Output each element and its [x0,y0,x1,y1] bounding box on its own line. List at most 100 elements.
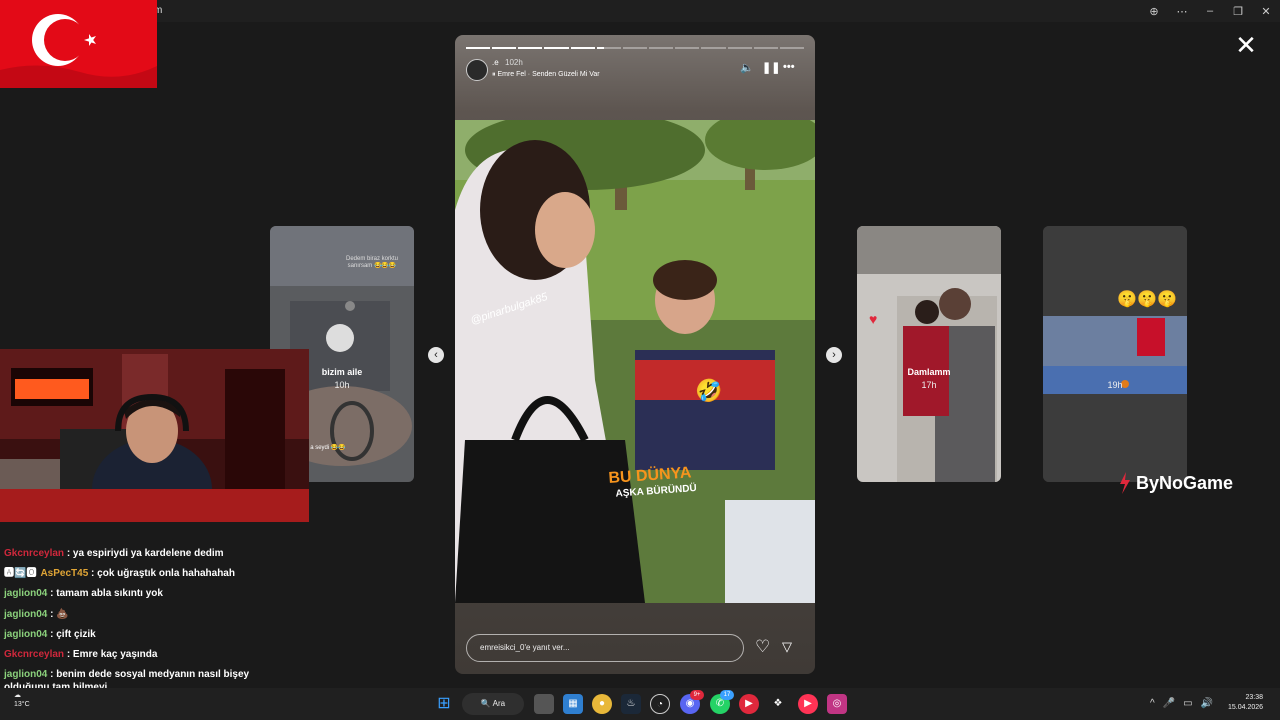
progress-segment [675,47,700,49]
pause-icon[interactable]: ❚❚ [762,61,780,74]
text-sticker: BU DÜNYA AŞKA BÜRÜNDÜ [608,464,697,503]
side-story-right-2-thumbnail [1043,226,1187,482]
webcam-scene [0,349,309,522]
search-icon: 🔍 [480,699,493,708]
story-time-ago: 102h [505,58,523,67]
windows-start-icon[interactable]: ⊞ [434,694,454,714]
search-label: Ara [492,699,506,708]
chat-username[interactable]: jaglion04 [4,609,47,620]
avatar[interactable] [466,59,488,81]
story-emoji: 🤣 [695,378,723,403]
search-button[interactable]: 🔍 Ara [462,693,524,715]
side-story-right-2[interactable]: 🤫🤫🤫 19h [1043,226,1187,482]
side-story-right-1-name: Damlamm [907,367,951,377]
side-story-right-1-time: 17h [921,380,937,390]
app-grid-icon[interactable]: ❖ [768,694,788,714]
brand-name: ByNoGame [1136,472,1234,493]
youtube-music-icon[interactable]: ▶ [798,694,818,714]
previous-story-button[interactable]: ‹ [428,347,444,363]
volume-icon[interactable]: 🔈 [740,61,754,74]
side-story-right-2-emojis: 🤫🤫🤫 [1117,291,1177,308]
chat-text: : tamam abla sıkıntı yok [50,588,163,600]
media-player-icon[interactable]: ▶ [739,694,759,714]
story-username[interactable]: .e [492,58,499,67]
bynogame-logo-icon [1120,472,1130,494]
chat-text: : benim dede sosyal medyanın nasıl bişey [50,669,250,681]
side-story-right-1[interactable]: ♥ Damlamm 17h [857,226,1001,482]
window-titlebar: m ⊕ ⋯ – ❐ ✕ [0,0,1280,22]
next-story-button[interactable]: › [826,347,842,363]
progress-segment [544,47,569,49]
taskbar: ☁ 13°C ⊞ 🔍 Ara ▦ ● ♨ ◔ ◉ 9+ ✆ 17 ▶ ❖ ▶ ◎ … [0,688,1280,720]
tray-chevron-icon[interactable]: ^ [1150,698,1155,709]
reply-input[interactable]: emreisikci_0'e yanıt ver... [466,634,744,662]
turkish-flag-overlay [0,0,157,88]
chat-text: : çift çizik [50,628,96,640]
whatsapp-badge: 17 [720,690,734,700]
weather-temp: 13°C [14,701,30,708]
chat-username[interactable]: Gkcnrceylan [4,548,64,559]
progress-segment [466,47,491,49]
more-options-icon[interactable]: ⋯ [1168,0,1196,22]
system-tray: ^ 🎤 ▭ 🔊 [1150,698,1213,709]
story-song-label: Emre Fel · Senden Güzeli Mi Var [497,71,600,78]
chat-username[interactable]: Gkcnrceylan [4,649,64,660]
discord-badge: 9+ [690,690,704,700]
chat-message: Gkcnrceylan : Emre kaç yaşında [4,645,304,665]
app-icon[interactable]: ◔ [650,694,670,714]
chat-text: : 💩 [50,608,69,620]
clock-time: 23:38 [1245,694,1264,701]
heart-icon[interactable]: ♡ [755,637,770,657]
send-icon[interactable]: ▽ [782,639,792,655]
webcam-overlay [0,349,309,522]
chat-username[interactable]: AsPecT45 [40,568,88,579]
chat-username[interactable]: jaglion04 [4,629,47,640]
window-controls: ⊕ ⋯ – ❐ ✕ [1140,0,1280,22]
progress-segment [649,47,674,49]
progress-segment [570,47,595,49]
display-icon[interactable]: ▭ [1183,698,1192,709]
progress-segment [701,47,726,49]
chat-message: 🅰🔄🅾 AsPecT45 : çok uğraştık onla hahahaha… [4,564,304,584]
side-story-right-1-thumbnail: ♥ [857,226,1001,482]
brand-logo: ByNoGame [1116,472,1233,494]
store-icon[interactable]: ▦ [563,694,583,714]
svg-text:♥: ♥ [869,311,877,327]
microphone-icon[interactable]: 🎤 [1163,698,1175,709]
side-story-left-caption-top: Dedem biraz korktu sanırsam 😂😂😂 [345,256,399,269]
zoom-icon[interactable]: ⊕ [1140,0,1168,22]
chat-username[interactable]: jaglion04 [4,669,47,680]
chat-username[interactable]: jaglion04 [4,588,47,599]
weather-widget[interactable]: ☁ 13°C [14,691,30,709]
steam-icon[interactable]: ♨ [621,694,641,714]
progress-segment [492,47,517,49]
chat-message: Gkcnrceylan : ya espiriydi ya kardelene … [4,544,304,564]
taskbar-clock[interactable]: 23:38 15.04.2026 [1228,693,1263,713]
story-photo-scene [455,120,815,603]
chat-text: : çok uğraştık onla hahahahah [91,568,235,580]
chat-text: : Emre kaç yaşında [66,649,158,661]
story-photo: @pinarbulgak85 🤣 BU DÜNYA AŞKA BÜRÜNDÜ [455,120,815,603]
story-progress-bar [466,47,805,49]
maximize-button[interactable]: ❐ [1224,0,1252,22]
progress-segment [596,47,621,49]
side-story-right-2-time: 19h [1107,380,1123,390]
close-icon[interactable]: ✕ [1234,32,1258,58]
close-window-button[interactable]: ✕ [1252,0,1280,22]
chat-badges: 🅰🔄🅾 [4,568,37,580]
minimize-button[interactable]: – [1196,0,1224,22]
progress-segment [727,47,752,49]
chat-message: jaglion04 : çift çizik [4,625,304,645]
story-song[interactable]: ⏸ Emre Fel · Senden Güzeli Mi Var [492,71,600,79]
side-story-left-caption-bottom: a seydi 😂😂 [310,445,346,451]
progress-segment [779,47,805,49]
speaker-icon[interactable]: 🔊 [1201,698,1213,709]
chat-message: jaglion04 : tamam abla sıkıntı yok [4,584,304,604]
clock-date: 15.04.2026 [1228,704,1264,711]
progress-segment [622,47,648,49]
story-viewer: .e 102h ⏸ Emre Fel · Senden Güzeli Mi Va… [455,35,815,674]
task-view-icon[interactable] [534,694,554,714]
more-icon[interactable]: ••• [783,61,795,73]
instagram-icon[interactable]: ◎ [827,694,847,714]
chrome-icon[interactable]: ● [592,694,612,714]
